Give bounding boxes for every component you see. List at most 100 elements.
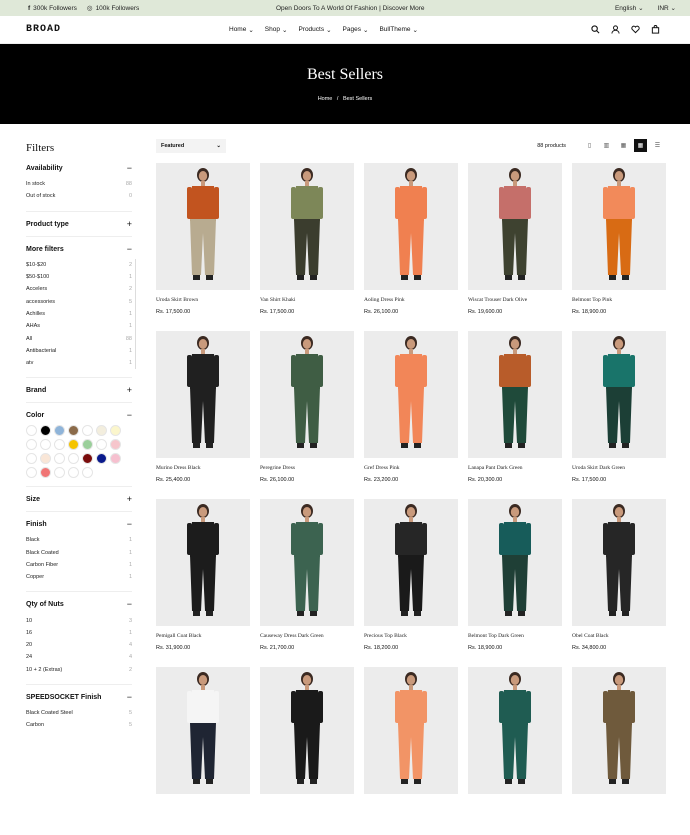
filter-option[interactable]: 10 + 2 (Extras) 2 bbox=[26, 664, 132, 676]
filter-option[interactable]: accessories 5 bbox=[26, 295, 132, 307]
menu-item-home[interactable]: Home ⌄ bbox=[229, 26, 254, 34]
product-card[interactable]: Uroda Skirt Dark Green Rs. 17,500.00 bbox=[572, 331, 666, 499]
product-title[interactable]: Gref Dress Pink bbox=[364, 465, 458, 471]
currency-select[interactable]: INR ⌄ bbox=[658, 4, 676, 12]
logo[interactable]: BROAD bbox=[26, 24, 61, 35]
filter-option[interactable]: Antibacterial 1 bbox=[26, 345, 132, 357]
color-swatch[interactable] bbox=[26, 425, 37, 437]
product-image[interactable] bbox=[364, 331, 458, 458]
color-swatch[interactable] bbox=[82, 467, 93, 479]
filter-option[interactable]: AHAs 1 bbox=[26, 320, 132, 332]
language-select[interactable]: English ⌄ bbox=[615, 4, 644, 12]
color-swatch[interactable] bbox=[54, 439, 65, 451]
product-title[interactable]: Uroda Skirt Dark Green bbox=[572, 465, 666, 471]
color-swatch[interactable] bbox=[68, 453, 79, 465]
color-swatch[interactable] bbox=[68, 467, 79, 479]
menu-item-bulltheme[interactable]: BullTheme ⌄ bbox=[379, 26, 418, 34]
more-filters-list[interactable]: $10-$20 2 $50-$100 1 Accelers 2 accessories 5 Ac… bbox=[26, 258, 136, 370]
filter-option[interactable]: Black Coated 1 bbox=[26, 547, 132, 559]
announcement-text[interactable]: Open Doors To A World Of Fashion | Disco… bbox=[276, 5, 424, 12]
product-title[interactable]: Lanapa Pant Dark Green bbox=[468, 465, 562, 471]
filter-option[interactable]: $10-$20 2 bbox=[26, 259, 132, 271]
product-image[interactable] bbox=[468, 163, 562, 290]
product-title[interactable]: Peregrine Dress bbox=[260, 465, 354, 471]
product-card[interactable]: Van Shirt Khaki Rs. 17,500.00 bbox=[260, 163, 354, 331]
menu-item-pages[interactable]: Pages ⌄ bbox=[343, 26, 369, 34]
product-card[interactable]: Murino Dress Black Rs. 25,400.00 bbox=[156, 331, 250, 499]
view-4-column-icon[interactable]: ▦ bbox=[634, 139, 647, 152]
filter-speedsocket-header[interactable]: SPEEDSOCKET Finish − bbox=[26, 692, 132, 701]
product-card[interactable]: Gref Dress Pink Rs. 23,200.00 bbox=[364, 331, 458, 499]
filter-product-type-header[interactable]: Product type + bbox=[26, 219, 132, 228]
facebook-link[interactable]: f 300k Followers bbox=[28, 5, 77, 12]
search-icon[interactable] bbox=[591, 25, 600, 34]
color-swatch[interactable] bbox=[26, 467, 37, 479]
filter-more-header[interactable]: More filters − bbox=[26, 244, 132, 253]
filter-option[interactable]: $50-$100 1 bbox=[26, 271, 132, 283]
product-card[interactable]: Precious Top Black Rs. 18,200.00 bbox=[364, 499, 458, 667]
view-1-column-icon[interactable]: ▯ bbox=[583, 139, 596, 152]
product-card[interactable]: Obel Coat Black Rs. 34,800.00 bbox=[572, 499, 666, 667]
color-swatch[interactable] bbox=[40, 453, 51, 465]
color-swatch[interactable] bbox=[96, 439, 107, 451]
color-swatch[interactable] bbox=[54, 453, 65, 465]
color-swatch[interactable] bbox=[40, 467, 51, 479]
product-title[interactable]: Causeway Dress Dark Green bbox=[260, 633, 354, 639]
menu-item-shop[interactable]: Shop ⌄ bbox=[265, 26, 288, 34]
product-card[interactable] bbox=[156, 667, 250, 835]
filter-option[interactable]: 24 4 bbox=[26, 651, 132, 663]
product-image[interactable] bbox=[156, 499, 250, 626]
product-image[interactable] bbox=[260, 331, 354, 458]
color-swatch[interactable] bbox=[110, 425, 121, 437]
product-image[interactable] bbox=[364, 499, 458, 626]
color-swatch[interactable] bbox=[96, 453, 107, 465]
product-card[interactable] bbox=[572, 667, 666, 835]
filter-option[interactable]: In stock 88 bbox=[26, 178, 132, 190]
product-title[interactable]: Pemigall Coat Black bbox=[156, 633, 250, 639]
product-image[interactable] bbox=[572, 667, 666, 794]
product-image[interactable] bbox=[364, 667, 458, 794]
product-card[interactable] bbox=[364, 667, 458, 835]
filter-option[interactable]: All 88 bbox=[26, 332, 132, 344]
color-swatch[interactable] bbox=[26, 439, 37, 451]
filter-option[interactable]: Black Coated Steel 5 bbox=[26, 707, 132, 719]
breadcrumb-home[interactable]: Home bbox=[318, 96, 333, 102]
filter-option[interactable]: Carbon 5 bbox=[26, 719, 132, 731]
product-image[interactable] bbox=[468, 331, 562, 458]
cart-icon[interactable] bbox=[651, 25, 660, 34]
filter-option[interactable]: 16 1 bbox=[26, 627, 132, 639]
product-image[interactable] bbox=[156, 163, 250, 290]
color-swatch[interactable] bbox=[54, 467, 65, 479]
instagram-link[interactable]: ◎ 100k Followers bbox=[87, 4, 139, 13]
filter-option[interactable]: Carbon Fiber 1 bbox=[26, 559, 132, 571]
color-swatch[interactable] bbox=[54, 425, 65, 437]
product-image[interactable] bbox=[260, 499, 354, 626]
menu-item-products[interactable]: Products ⌄ bbox=[298, 26, 331, 34]
product-title[interactable]: Belmont Top Dark Green bbox=[468, 633, 562, 639]
color-swatch[interactable] bbox=[68, 425, 79, 437]
view-2-column-icon[interactable]: ▥ bbox=[600, 139, 613, 152]
product-card[interactable]: Lanapa Pant Dark Green Rs. 20,300.00 bbox=[468, 331, 562, 499]
product-image[interactable] bbox=[260, 667, 354, 794]
product-image[interactable] bbox=[468, 499, 562, 626]
product-title[interactable]: Obel Coat Black bbox=[572, 633, 666, 639]
filter-brand-header[interactable]: Brand + bbox=[26, 386, 132, 395]
product-title[interactable]: Precious Top Black bbox=[364, 633, 458, 639]
product-image[interactable] bbox=[364, 163, 458, 290]
color-swatch[interactable] bbox=[82, 453, 93, 465]
product-image[interactable] bbox=[572, 499, 666, 626]
view-3-column-icon[interactable]: ▦ bbox=[617, 139, 630, 152]
color-swatch[interactable] bbox=[40, 439, 51, 451]
filter-option[interactable]: 20 4 bbox=[26, 639, 132, 651]
color-swatch[interactable] bbox=[110, 453, 121, 465]
product-title[interactable]: Aoling Dress Pink bbox=[364, 297, 458, 303]
product-image[interactable] bbox=[156, 667, 250, 794]
filter-option[interactable]: Out of stock 0 bbox=[26, 190, 132, 202]
color-swatch[interactable] bbox=[96, 425, 107, 437]
product-card[interactable]: Aoling Dress Pink Rs. 26,100.00 bbox=[364, 163, 458, 331]
filter-option[interactable]: Accelers 2 bbox=[26, 283, 132, 295]
product-image[interactable] bbox=[156, 331, 250, 458]
product-card[interactable]: Belmont Top Pink Rs. 18,900.00 bbox=[572, 163, 666, 331]
product-card[interactable]: Peregrine Dress Rs. 26,100.00 bbox=[260, 331, 354, 499]
color-swatch[interactable] bbox=[82, 425, 93, 437]
